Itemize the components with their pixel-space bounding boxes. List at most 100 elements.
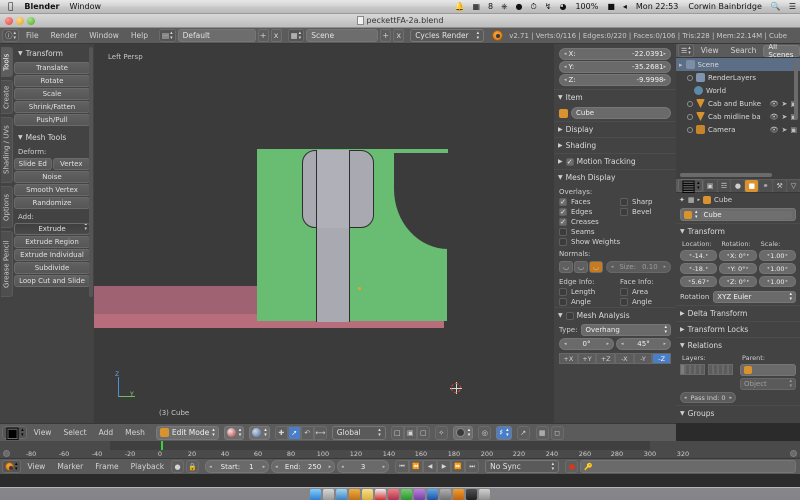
increment-icon[interactable]: ▸: [664, 264, 667, 270]
increment-icon[interactable]: ▸: [663, 77, 666, 83]
decrement-icon[interactable]: ◂: [621, 341, 624, 347]
menu-render[interactable]: Render: [46, 31, 83, 40]
visibility-eye-icon[interactable]: 👁: [770, 126, 779, 134]
parent-field[interactable]: [740, 364, 796, 376]
auto-key-icon[interactable]: ●: [171, 460, 185, 473]
launchpad-icon[interactable]: [323, 488, 334, 500]
axis-minus-y-button[interactable]: -Y: [633, 353, 653, 364]
decrement-icon[interactable]: ◂: [684, 395, 687, 401]
tool-scale-button[interactable]: Scale: [14, 88, 90, 100]
menu-file[interactable]: File: [21, 31, 44, 40]
increment-icon[interactable]: ▸: [746, 266, 748, 271]
properties-tab-object[interactable]: ■: [745, 179, 759, 192]
terminal-icon[interactable]: [466, 488, 477, 500]
timeline-menu-marker[interactable]: Marker: [52, 462, 88, 471]
viewport-shading-dropdown[interactable]: ▴ ▾: [223, 425, 245, 440]
panel-header-transform-locks[interactable]: ▶ Transform Locks: [676, 321, 800, 337]
outliner-vertical-scrollbar[interactable]: [794, 60, 798, 120]
increment-icon[interactable]: ▸: [263, 464, 266, 470]
3d-viewport[interactable]: Left Persp (3) Cube Z Y: [94, 44, 554, 423]
tab-grease-pencil[interactable]: Grease Pencil: [1, 231, 13, 297]
overlay-seams-row[interactable]: Seams: [554, 227, 676, 237]
eject-icon[interactable]: ⎈: [497, 2, 511, 12]
creases-checkbox[interactable]: ✓: [559, 218, 567, 226]
decrement-icon[interactable]: ◂: [341, 464, 344, 470]
settings-icon[interactable]: [440, 488, 451, 500]
transform-orientation-dropdown[interactable]: Global ▴ ▾: [331, 425, 386, 440]
tool-push-pull-button[interactable]: Push/Pull: [14, 114, 90, 126]
overlay-sharp-row[interactable]: Sharp: [615, 197, 676, 207]
tool-slide-edge-button[interactable]: Slide Ed: [14, 158, 52, 170]
add-scene-button[interactable]: +: [380, 29, 392, 42]
increment-icon[interactable]: ▸: [747, 279, 749, 284]
increment-icon[interactable]: ▸: [786, 266, 788, 271]
edge-angle-row[interactable]: Angle: [554, 297, 615, 307]
increment-icon[interactable]: ▸: [663, 51, 666, 57]
frame-start-field[interactable]: ◂ Start: 1 ▸: [205, 460, 270, 473]
add-screen-button[interactable]: +: [257, 29, 269, 42]
outliner-menu-search[interactable]: Search: [726, 46, 762, 55]
timeline-menu-frame[interactable]: Frame: [90, 462, 123, 471]
battery-icon[interactable]: ■: [603, 2, 619, 11]
properties-tab-render[interactable]: ▣: [703, 179, 717, 192]
increment-icon[interactable]: ▸: [606, 341, 609, 347]
increment-icon[interactable]: ▸: [383, 464, 386, 470]
properties-tab-world[interactable]: ●: [731, 179, 745, 192]
bevel-checkbox[interactable]: [620, 208, 628, 216]
tool-subdivide-button[interactable]: Subdivide: [14, 262, 90, 274]
delete-screen-button[interactable]: x: [270, 29, 282, 42]
frame-end-field[interactable]: ◂ End: 250 ▸: [271, 460, 336, 473]
play-reverse-icon[interactable]: ◀: [423, 460, 438, 473]
xray-icon[interactable]: ▢: [416, 425, 430, 440]
expand-dot-icon[interactable]: [687, 126, 693, 133]
edge-length-checkbox[interactable]: [559, 288, 567, 296]
close-icon[interactable]: [5, 17, 13, 25]
increment-icon[interactable]: ▸: [707, 279, 709, 284]
expand-dot-icon[interactable]: [687, 113, 693, 120]
analysis-type-dropdown[interactable]: Overhang ▴ ▾: [581, 324, 671, 336]
tab-tools[interactable]: Tools: [1, 47, 13, 77]
notification-center-icon[interactable]: ☰: [785, 2, 800, 11]
zoom-icon[interactable]: [27, 17, 35, 25]
jump-end-icon[interactable]: ⏭: [465, 460, 480, 473]
face-angle-checkbox[interactable]: [620, 298, 628, 306]
faces-checkbox[interactable]: ✓: [559, 198, 567, 206]
decrement-icon[interactable]: ◂: [727, 266, 729, 271]
outliner-row-scene[interactable]: ▸ Scene: [676, 58, 800, 71]
scale-y-field[interactable]: ◂ 1.00 ▸: [758, 263, 796, 274]
visibility-eye-icon[interactable]: 👁: [770, 113, 779, 121]
panel-header-object-transform[interactable]: ▼ Transform: [676, 223, 800, 239]
viewport-editor-type-selector[interactable]: ▣ ▴ ▾: [2, 423, 27, 442]
snap-target-dropdown[interactable]: ▴ ▾: [452, 425, 474, 440]
minimize-icon[interactable]: [16, 17, 24, 25]
itunes-icon[interactable]: [414, 488, 425, 500]
notes-icon[interactable]: [362, 488, 373, 500]
face-area-row[interactable]: Area: [615, 287, 676, 297]
tool-shelf-scrollbar[interactable]: [89, 47, 93, 297]
decrement-icon[interactable]: ◂: [689, 253, 691, 258]
expand-dot-icon[interactable]: [687, 100, 693, 107]
interaction-mode-dropdown[interactable]: Edit Mode ▴ ▾: [155, 425, 219, 440]
tool-extrude-individual-button[interactable]: Extrude Individual: [14, 249, 90, 261]
parent-type-dropdown[interactable]: Object ▴ ▾: [740, 378, 796, 390]
menubar-clock[interactable]: Mon 22:53: [631, 0, 683, 14]
appstore-icon[interactable]: [427, 488, 438, 500]
face-angle-row[interactable]: Angle: [615, 297, 676, 307]
pass-index-field[interactable]: ◂ Pass Ind: 0 ▸: [680, 392, 736, 403]
increment-icon[interactable]: ▸: [706, 253, 708, 258]
tool-rotate-button[interactable]: Rotate: [14, 75, 90, 87]
decrement-icon[interactable]: ◂: [688, 279, 690, 284]
increment-icon[interactable]: ▸: [786, 253, 788, 258]
outliner-row-cab-midline[interactable]: Cab midline ba 👁 ➤ ▣: [676, 110, 800, 123]
info-editor-type-selector[interactable]: ⓘ ▴ ▾: [2, 29, 20, 42]
layers-block-1[interactable]: [680, 364, 705, 375]
rotation-y-field[interactable]: ◂ Y: 0° ▸: [719, 263, 757, 274]
manipulator-toggle-icon[interactable]: ✚: [274, 425, 288, 440]
screen-layout-field[interactable]: Default: [177, 29, 256, 42]
overlay-edges-row[interactable]: ✓ Edges: [554, 207, 615, 217]
falloff-curve-icon[interactable]: ↗: [516, 425, 530, 440]
properties-tab-constraints[interactable]: ⚭: [759, 179, 773, 192]
calendar-icon[interactable]: [375, 488, 386, 500]
seams-checkbox[interactable]: [559, 228, 567, 236]
panel-header-mesh-display[interactable]: ▼ Mesh Display: [554, 169, 676, 185]
